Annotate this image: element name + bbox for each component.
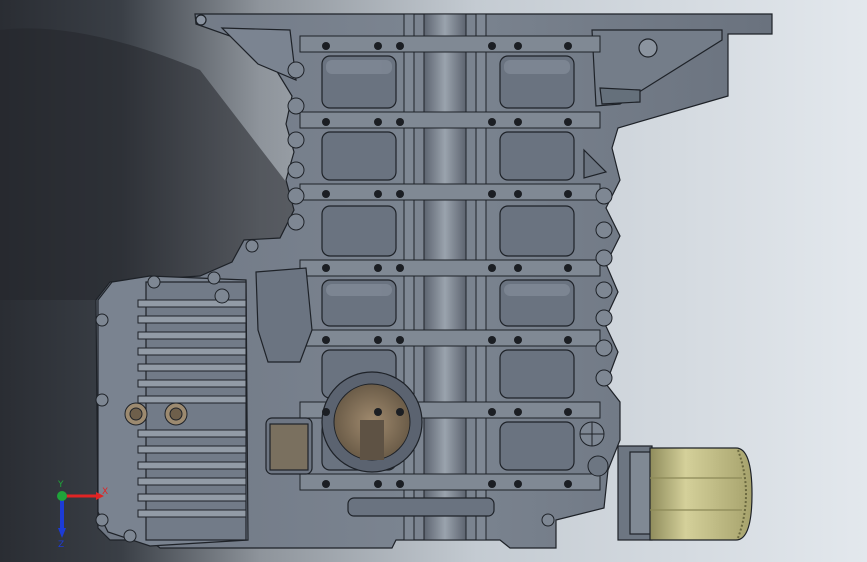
oil-filter[interactable] bbox=[617, 445, 753, 541]
viewport-canvas[interactable]: X Y Z bbox=[0, 0, 867, 562]
bottom-slot bbox=[347, 497, 495, 517]
center-shaft bbox=[423, 13, 467, 541]
y-axis-label: Y bbox=[57, 480, 64, 490]
y-axis-arrow bbox=[57, 491, 67, 501]
bearing-bore bbox=[321, 371, 423, 473]
x-axis-label: X bbox=[102, 487, 108, 497]
z-axis-label: Z bbox=[58, 540, 64, 550]
cad-graphics-viewport[interactable]: X Y Z bbox=[0, 0, 867, 562]
